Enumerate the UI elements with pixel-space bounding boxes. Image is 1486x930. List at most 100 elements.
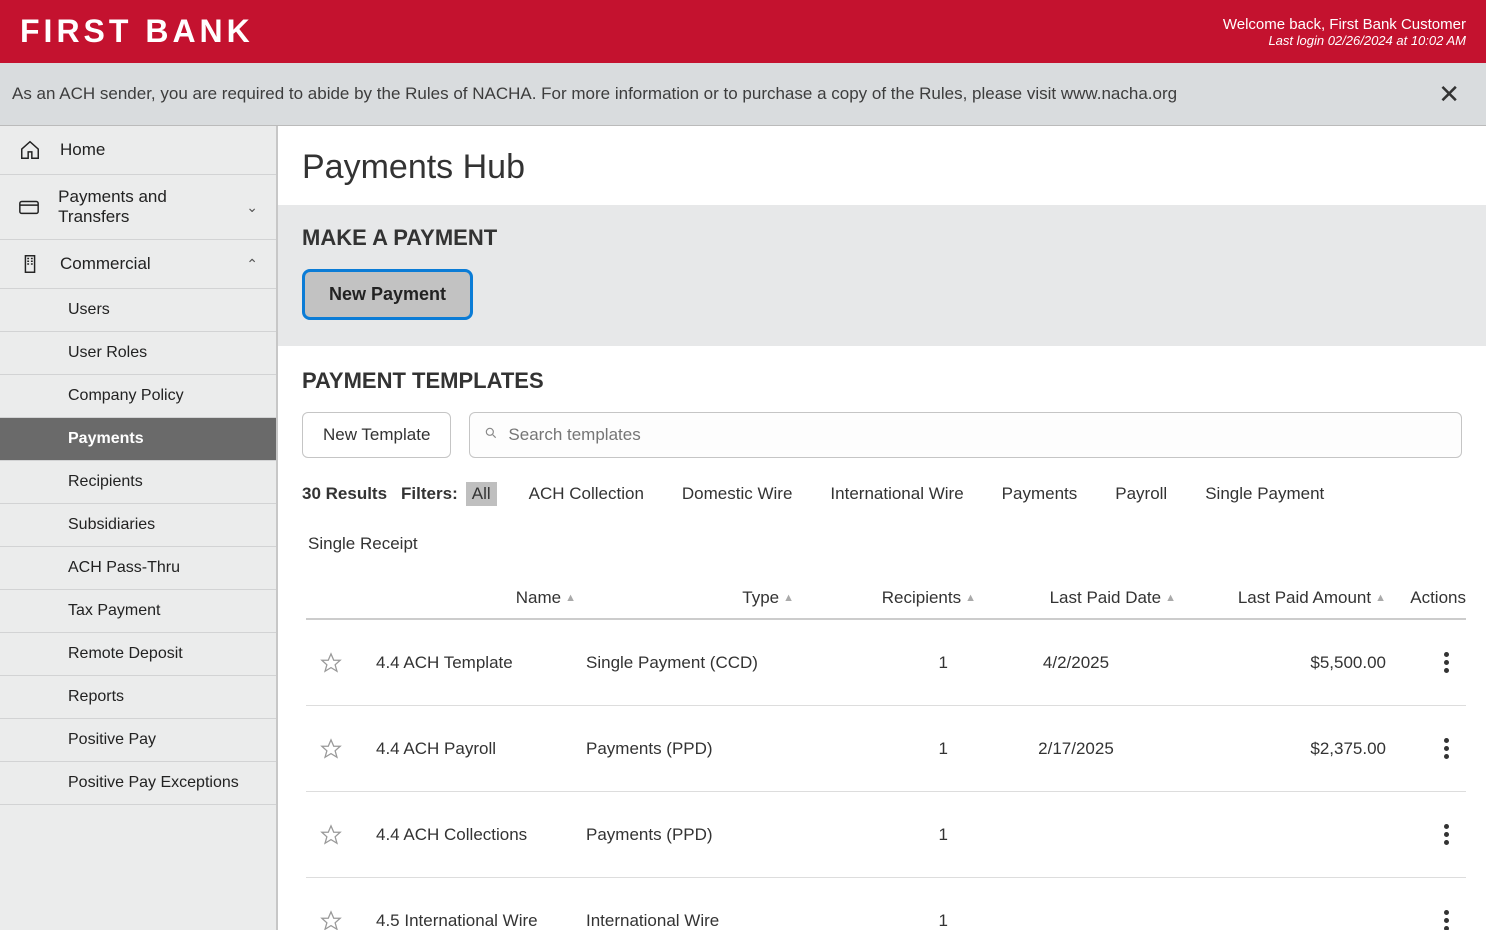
- cell-amount: $5,500.00: [1176, 653, 1386, 673]
- chevron-down-icon: ⌄: [246, 199, 258, 216]
- sort-icon: ▲: [1375, 592, 1386, 604]
- cell-name: 4.4 ACH Template: [366, 653, 586, 673]
- sidebar-item-users[interactable]: Users: [0, 289, 276, 332]
- filter-single-receipt[interactable]: Single Receipt: [302, 532, 424, 556]
- search-icon: [484, 426, 498, 444]
- cell-recipients: 1: [816, 653, 976, 673]
- filters-row: 30 Results Filters: All ACH Collection D…: [302, 482, 1462, 556]
- sidebar-item-commercial[interactable]: Commercial ⌃: [0, 240, 276, 289]
- sidebar-item-company-policy[interactable]: Company Policy: [0, 375, 276, 418]
- sidebar-item-label: Remote Deposit: [68, 645, 183, 663]
- make-payment-heading: MAKE A PAYMENT: [302, 225, 1462, 251]
- col-last-paid-amount[interactable]: Last Paid Amount▲: [1176, 588, 1386, 608]
- cell-type: International Wire: [586, 911, 816, 930]
- sidebar-item-remote-deposit[interactable]: Remote Deposit: [0, 633, 276, 676]
- sidebar-item-label: Tax Payment: [68, 602, 160, 620]
- welcome-block: Welcome back, First Bank Customer Last l…: [1223, 16, 1466, 48]
- card-icon: [18, 195, 40, 219]
- sidebar-item-recipients[interactable]: Recipients: [0, 461, 276, 504]
- sidebar-item-label: Users: [68, 301, 110, 319]
- col-last-paid-date[interactable]: Last Paid Date▲: [976, 588, 1176, 608]
- sidebar-item-label: Positive Pay Exceptions: [68, 774, 239, 792]
- logo: FIRST BANK: [20, 13, 254, 50]
- last-login-text: Last login 02/26/2024 at 10:02 AM: [1223, 33, 1466, 48]
- building-icon: [18, 252, 42, 276]
- cell-name: 4.4 ACH Collections: [366, 825, 586, 845]
- sidebar-item-label: Recipients: [68, 473, 143, 491]
- welcome-text: Welcome back, First Bank Customer: [1223, 16, 1466, 33]
- filter-payroll[interactable]: Payroll: [1109, 482, 1173, 506]
- make-payment-panel: MAKE A PAYMENT New Payment: [278, 205, 1486, 346]
- sort-icon: ▲: [1165, 592, 1176, 604]
- cell-recipients: 1: [816, 739, 976, 759]
- sidebar-item-payments[interactable]: Payments: [0, 418, 276, 461]
- sidebar-item-label: Payments: [68, 430, 144, 448]
- row-actions-button[interactable]: [1434, 734, 1458, 763]
- results-count: 30 Results: [302, 484, 387, 504]
- sidebar-item-label: User Roles: [68, 344, 147, 362]
- row-actions-button[interactable]: [1434, 648, 1458, 677]
- new-payment-button[interactable]: New Payment: [302, 269, 473, 320]
- sidebar-item-subsidiaries[interactable]: Subsidiaries: [0, 504, 276, 547]
- search-input[interactable]: [508, 425, 1447, 445]
- table-head: Name▲ Type▲ Recipients▲ Last Paid Date▲ …: [306, 580, 1466, 620]
- col-name[interactable]: Name▲: [366, 588, 586, 608]
- filter-ach-collection[interactable]: ACH Collection: [523, 482, 650, 506]
- star-icon[interactable]: [320, 910, 342, 930]
- templates-table: Name▲ Type▲ Recipients▲ Last Paid Date▲ …: [306, 580, 1466, 930]
- sidebar-item-ach-passthru[interactable]: ACH Pass-Thru: [0, 547, 276, 590]
- col-recipients[interactable]: Recipients▲: [816, 588, 976, 608]
- sort-icon: ▲: [565, 592, 576, 604]
- filter-payments[interactable]: Payments: [996, 482, 1084, 506]
- sidebar-item-tax-payment[interactable]: Tax Payment: [0, 590, 276, 633]
- notice-text: As an ACH sender, you are required to ab…: [12, 84, 1177, 104]
- star-icon[interactable]: [320, 738, 342, 760]
- sidebar-item-label: Reports: [68, 688, 124, 706]
- sidebar-item-positive-pay[interactable]: Positive Pay: [0, 719, 276, 762]
- main-content: Payments Hub MAKE A PAYMENT New Payment …: [278, 126, 1486, 930]
- templates-heading: PAYMENT TEMPLATES: [302, 368, 1462, 394]
- table-row: 4.5 International Wire International Wir…: [306, 878, 1466, 930]
- templates-section: PAYMENT TEMPLATES New Template 30 Result…: [278, 346, 1486, 566]
- cell-recipients: 1: [816, 911, 976, 930]
- filter-domestic-wire[interactable]: Domestic Wire: [676, 482, 799, 506]
- col-type[interactable]: Type▲: [586, 588, 816, 608]
- page-title: Payments Hub: [278, 126, 1486, 205]
- sort-icon: ▲: [783, 592, 794, 604]
- sidebar-item-home[interactable]: Home: [0, 126, 276, 175]
- sidebar-item-positive-pay-exceptions[interactable]: Positive Pay Exceptions: [0, 762, 276, 805]
- close-icon[interactable]: ✕: [1432, 79, 1466, 110]
- star-icon[interactable]: [320, 652, 342, 674]
- table-row: 4.4 ACH Template Single Payment (CCD) 1 …: [306, 620, 1466, 706]
- search-templates-box[interactable]: [469, 412, 1462, 458]
- sidebar-item-label: Home: [60, 140, 105, 160]
- sidebar-item-label: Subsidiaries: [68, 516, 155, 534]
- table-row: 4.4 ACH Payroll Payments (PPD) 1 2/17/20…: [306, 706, 1466, 792]
- cell-name: 4.4 ACH Payroll: [366, 739, 586, 759]
- new-template-button[interactable]: New Template: [302, 412, 451, 458]
- star-icon[interactable]: [320, 824, 342, 846]
- cell-name: 4.5 International Wire: [366, 911, 586, 930]
- filters-label: Filters:: [401, 484, 458, 504]
- sidebar-item-label: Commercial: [60, 254, 151, 274]
- sidebar-item-label: Positive Pay: [68, 731, 156, 749]
- sidebar-item-label: Payments and Transfers: [58, 187, 228, 227]
- cell-date: 2/17/2025: [976, 739, 1176, 759]
- cell-type: Payments (PPD): [586, 739, 816, 759]
- filter-all[interactable]: All: [466, 482, 497, 506]
- cell-recipients: 1: [816, 825, 976, 845]
- table-row: 4.4 ACH Collections Payments (PPD) 1: [306, 792, 1466, 878]
- filter-international-wire[interactable]: International Wire: [824, 482, 969, 506]
- notice-bar: As an ACH sender, you are required to ab…: [0, 63, 1486, 126]
- sidebar-item-reports[interactable]: Reports: [0, 676, 276, 719]
- cell-amount: $2,375.00: [1176, 739, 1386, 759]
- sidebar: Home Payments and Transfers ⌄ Commercial…: [0, 126, 278, 930]
- row-actions-button[interactable]: [1434, 820, 1458, 849]
- col-actions: Actions: [1386, 588, 1466, 608]
- cell-type: Single Payment (CCD): [586, 653, 816, 673]
- top-header: FIRST BANK Welcome back, First Bank Cust…: [0, 0, 1486, 63]
- sidebar-item-payments-transfers[interactable]: Payments and Transfers ⌄: [0, 175, 276, 240]
- row-actions-button[interactable]: [1434, 906, 1458, 930]
- filter-single-payment[interactable]: Single Payment: [1199, 482, 1330, 506]
- sidebar-item-user-roles[interactable]: User Roles: [0, 332, 276, 375]
